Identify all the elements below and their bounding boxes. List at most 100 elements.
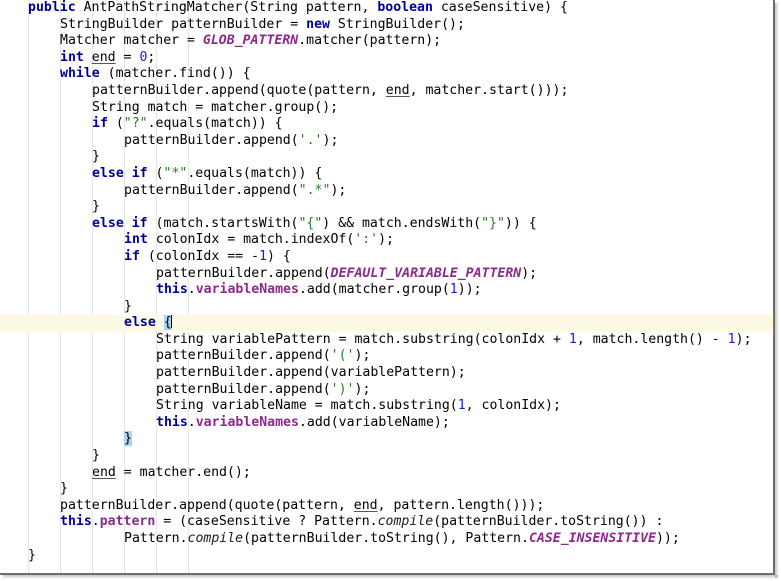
code-line-text: } xyxy=(0,448,100,465)
token-plain: patternBuilder.append(variablePattern); xyxy=(156,365,466,381)
token-plain: ) && match.endsWith( xyxy=(322,215,482,231)
token-consti: GLOB_PATTERN xyxy=(202,33,299,49)
code-line-text: String variableName = match.substring(1,… xyxy=(0,398,561,415)
code-line[interactable]: else if ("*".equals(match)) { xyxy=(0,166,773,183)
code-line-text: patternBuilder.append(quote(pattern, end… xyxy=(0,83,568,100)
token-plain: ); xyxy=(521,265,538,281)
token-plain: colonIdx = match.indexOf( xyxy=(147,232,355,248)
token-plain: patternBuilder.append( xyxy=(156,348,331,364)
code-line[interactable]: } xyxy=(0,299,773,316)
token-plain: )); xyxy=(457,282,482,298)
token-num: 1 xyxy=(449,282,458,298)
code-line[interactable]: patternBuilder.append('('); xyxy=(0,348,773,365)
code-line[interactable]: Matcher matcher = GLOB_PATTERN.matcher(p… xyxy=(0,33,773,50)
token-kw: else xyxy=(92,165,124,181)
code-line-text: else if (match.startsWith("{") && match.… xyxy=(0,216,537,233)
code-line[interactable]: this.variableNames.add(variableName); xyxy=(0,414,773,432)
token-plain: patternBuilder.append( xyxy=(156,265,331,281)
code-line-text: else if ("*".equals(match)) { xyxy=(0,166,322,183)
code-line-text: this.pattern = (caseSensitive ? Pattern.… xyxy=(0,514,663,531)
token-num: 1 xyxy=(258,248,267,264)
code-line[interactable]: patternBuilder.append(DEFAULT_VARIABLE_P… xyxy=(0,265,773,283)
token-plain: StringBuilder(); xyxy=(329,16,465,32)
token-kw: boolean xyxy=(377,0,433,15)
token-plain: ( xyxy=(107,116,124,132)
code-line[interactable]: if (colonIdx == -1) { xyxy=(0,249,773,266)
token-kw: public xyxy=(28,0,76,15)
token-str: "*" xyxy=(163,165,188,181)
code-line[interactable]: public AntPathStringMatcher(String patte… xyxy=(0,0,773,17)
token-plain: .equals(match)) { xyxy=(147,116,283,132)
token-plain: )) { xyxy=(504,215,537,231)
token-plain: . xyxy=(91,514,100,530)
token-kw: else xyxy=(124,315,156,331)
token-plain: .matcher(pattern); xyxy=(298,33,442,49)
code-line[interactable]: String variablePattern = match.substring… xyxy=(0,332,773,349)
token-plain: AntPathStringMatcher(String pattern, xyxy=(75,0,378,15)
code-line[interactable]: StringBuilder patternBuilder = new Strin… xyxy=(0,17,773,34)
token-plain: .add(matcher.group( xyxy=(298,282,450,298)
token-plain: (colonIdx == - xyxy=(139,248,259,264)
token-fieldb: variableNames xyxy=(195,414,299,430)
token-plain: } xyxy=(92,448,100,464)
code-line-text: this.variableNames.add(matcher.group(1))… xyxy=(0,282,482,299)
token-plain: (match.startsWith( xyxy=(147,215,299,231)
code-line[interactable]: else if (match.startsWith("{") && match.… xyxy=(0,216,773,233)
code-text-area[interactable]: public AntPathStringMatcher(String patte… xyxy=(0,0,773,573)
token-plain: , pattern.length())); xyxy=(377,497,545,513)
token-kw: if xyxy=(131,165,148,181)
token-plain: ) { xyxy=(266,248,291,264)
code-line-text: } xyxy=(0,299,132,316)
code-line-text: StringBuilder patternBuilder = new Strin… xyxy=(0,17,465,34)
token-kw: if xyxy=(124,248,140,264)
code-line[interactable]: } xyxy=(0,431,773,448)
token-methi: compile xyxy=(187,531,244,546)
token-plain: (patternBuilder.toString(), Pattern. xyxy=(243,531,529,546)
code-lines-container[interactable]: public AntPathStringMatcher(String patte… xyxy=(0,0,773,565)
code-line[interactable]: String match = matcher.group(); xyxy=(0,100,773,117)
code-line-current[interactable]: else { xyxy=(0,315,773,332)
token-plain: ( xyxy=(147,165,164,181)
token-plain: . xyxy=(187,414,196,430)
code-line[interactable]: } xyxy=(0,199,773,216)
token-kw: if xyxy=(131,215,148,231)
token-plain: patternBuilder.append( xyxy=(156,381,331,397)
code-line[interactable]: patternBuilder.append(".*"); xyxy=(0,183,773,200)
code-line[interactable]: int end = 0; xyxy=(0,49,773,67)
token-fieldb: pattern xyxy=(99,514,156,530)
code-line[interactable]: if ("?".equals(match)) { xyxy=(0,116,773,133)
code-line[interactable]: patternBuilder.append(variablePattern); xyxy=(0,365,773,382)
token-brmatch: } xyxy=(124,431,132,447)
code-line[interactable]: patternBuilder.append(quote(pattern, end… xyxy=(0,83,773,100)
code-editor-window: public AntPathStringMatcher(String patte… xyxy=(0,0,781,581)
code-line[interactable]: patternBuilder.append('.'); xyxy=(0,133,773,150)
code-line-text: patternBuilder.append(quote(pattern, end… xyxy=(0,498,544,515)
token-str: ')' xyxy=(330,381,355,397)
code-line[interactable]: int colonIdx = match.indexOf(':'); xyxy=(0,232,773,249)
token-str: "{" xyxy=(298,215,323,231)
code-line[interactable]: this.pattern = (caseSensitive ? Pattern.… xyxy=(0,514,773,531)
code-line[interactable]: this.variableNames.add(matcher.group(1))… xyxy=(0,282,773,299)
code-line[interactable]: end = matcher.end(); xyxy=(0,465,773,482)
token-kw: else xyxy=(92,215,124,231)
code-line-text: if (colonIdx == -1) { xyxy=(0,249,291,266)
code-line-text: } xyxy=(0,431,132,448)
token-plain: Matcher matcher = xyxy=(60,33,203,49)
token-plain: , colonIdx); xyxy=(465,398,561,414)
code-line[interactable]: Pattern.compile(patternBuilder.toString(… xyxy=(0,531,773,548)
code-line[interactable]: while (matcher.find()) { xyxy=(0,66,773,83)
code-line[interactable]: } xyxy=(0,481,773,498)
code-line-text: else { xyxy=(0,315,172,332)
code-line[interactable]: patternBuilder.append(quote(pattern, end… xyxy=(0,498,773,515)
token-str: '(' xyxy=(330,348,355,364)
code-line[interactable]: } xyxy=(0,448,773,465)
code-line[interactable]: } xyxy=(0,149,773,166)
token-plain: ; xyxy=(147,49,156,65)
code-line-text: end = matcher.end(); xyxy=(0,465,251,482)
code-line-text: Matcher matcher = GLOB_PATTERN.matcher(p… xyxy=(0,33,441,50)
code-line[interactable]: } xyxy=(0,548,773,565)
code-line[interactable]: String variableName = match.substring(1,… xyxy=(0,398,773,415)
code-line[interactable]: patternBuilder.append(')'); xyxy=(0,381,773,399)
